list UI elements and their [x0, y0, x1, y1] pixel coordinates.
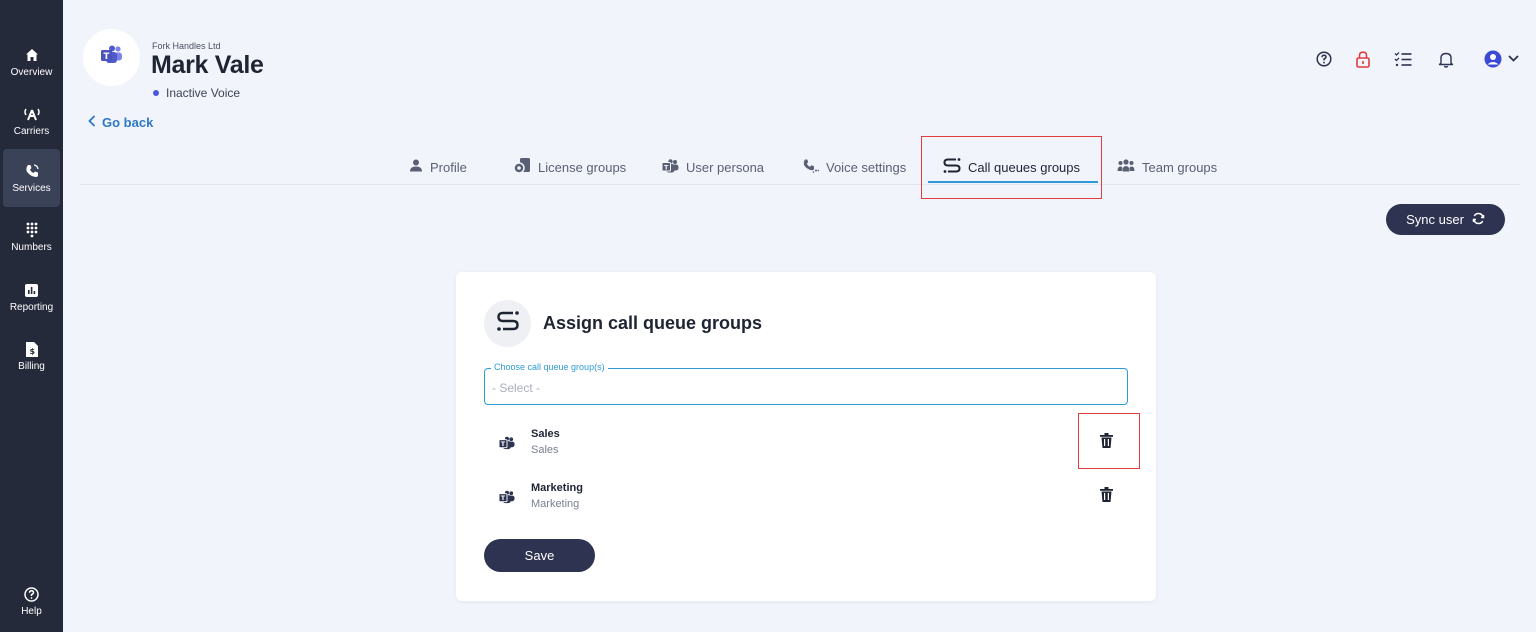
card-title: Assign call queue groups — [543, 313, 763, 333]
chevron-left-icon — [88, 115, 96, 130]
sidebar-item-label: Numbers — [11, 242, 52, 253]
trash-icon[interactable] — [1100, 487, 1113, 507]
sidebar-item-numbers[interactable]: Numbers — [3, 208, 60, 266]
invoice-icon: $ — [25, 340, 38, 358]
status-label: Inactive Voice — [166, 86, 241, 100]
phone-settings-icon — [803, 159, 820, 176]
person-icon — [409, 159, 423, 175]
tab-label: License groups — [538, 159, 627, 175]
tab-label: Profile — [430, 159, 467, 175]
tabs-divider — [80, 184, 1520, 185]
sidebar-item-label: Overview — [10, 67, 53, 78]
company-name: Fork Handles Ltd — [152, 41, 221, 51]
trash-highlight-box — [1078, 413, 1140, 469]
tab-voice-settings[interactable]: Voice settings — [803, 157, 906, 177]
sidebar-item-carriers[interactable]: Carriers — [3, 92, 60, 150]
sync-user-button[interactable]: Sync user — [1386, 204, 1505, 235]
card-icon-circle — [484, 300, 531, 347]
sidebar-item-help[interactable]: Help — [3, 572, 60, 630]
group-description: Marketing — [531, 498, 580, 510]
teams-icon: T — [498, 490, 515, 509]
svg-text:$: $ — [29, 347, 35, 356]
assign-call-queue-card: Assign call queue groups Choose call que… — [456, 272, 1156, 601]
list-item: T Marketing Marketing — [496, 481, 1136, 521]
teams-icon: T — [498, 436, 515, 455]
tab-label: Team groups — [1142, 159, 1218, 175]
sidebar-item-label: Help — [21, 606, 42, 617]
list-item: T Sales Sales — [496, 427, 1136, 467]
sync-user-label: Sync user — [1406, 212, 1464, 227]
svg-text:T: T — [664, 163, 669, 171]
phone-icon — [25, 162, 39, 180]
select-placeholder: - Select - — [492, 381, 541, 395]
group-description: Sales — [531, 444, 559, 456]
go-back-label: Go back — [102, 115, 154, 130]
group-name: Marketing — [531, 482, 583, 494]
tab-label: Voice settings — [826, 159, 907, 175]
teams-icon: T — [100, 45, 123, 70]
tab-user-persona[interactable]: T User persona — [661, 157, 765, 177]
sidebar-item-billing[interactable]: $ Billing — [3, 327, 60, 385]
tab-highlight-box — [921, 136, 1102, 199]
go-back-link[interactable]: Go back — [88, 115, 153, 130]
sidebar-item-reporting[interactable]: Reporting — [3, 268, 60, 326]
user-avatar: T — [83, 29, 140, 86]
save-button[interactable]: Save — [484, 539, 595, 572]
sync-icon — [1472, 212, 1485, 228]
dialpad-icon — [25, 221, 39, 239]
user-menu[interactable] — [1484, 49, 1520, 69]
license-icon — [513, 157, 531, 178]
select-label: Choose call queue group(s) — [491, 362, 608, 372]
antenna-icon — [23, 105, 41, 123]
team-icon — [1117, 159, 1135, 175]
sidebar-item-overview[interactable]: Overview — [3, 33, 60, 91]
tab-team-groups[interactable]: Team groups — [1117, 157, 1217, 177]
status-indicator: Inactive Voice — [153, 86, 240, 100]
checklist-icon[interactable] — [1393, 49, 1413, 69]
sidebar-item-label: Reporting — [9, 302, 54, 313]
group-name: Sales — [531, 428, 560, 440]
svg-text:T: T — [103, 52, 109, 62]
chart-icon — [25, 281, 38, 299]
sidebar-item-label: Services — [12, 183, 51, 194]
tab-license-groups[interactable]: License groups — [513, 157, 626, 177]
sidebar-item-label: Billing — [18, 361, 45, 372]
sidebar: Overview Carriers Services Numbers Repor… — [0, 0, 63, 632]
page-title: Mark Vale — [151, 51, 264, 79]
tab-label: User persona — [686, 159, 765, 175]
status-dot — [153, 90, 159, 96]
sidebar-item-label: Carriers — [13, 126, 50, 137]
tab-profile[interactable]: Profile — [409, 157, 467, 177]
lock-icon[interactable] — [1353, 49, 1373, 69]
help-icon — [24, 585, 39, 603]
sidebar-item-services[interactable]: Services — [3, 149, 60, 207]
header-actions — [1314, 49, 1520, 69]
teams-icon: T — [661, 158, 679, 176]
help-icon[interactable] — [1314, 49, 1334, 69]
call-queue-group-select[interactable]: Choose call queue group(s) - Select - — [484, 362, 1128, 405]
bell-icon[interactable] — [1436, 49, 1456, 69]
home-icon — [25, 46, 39, 64]
call-queue-icon — [496, 310, 520, 337]
